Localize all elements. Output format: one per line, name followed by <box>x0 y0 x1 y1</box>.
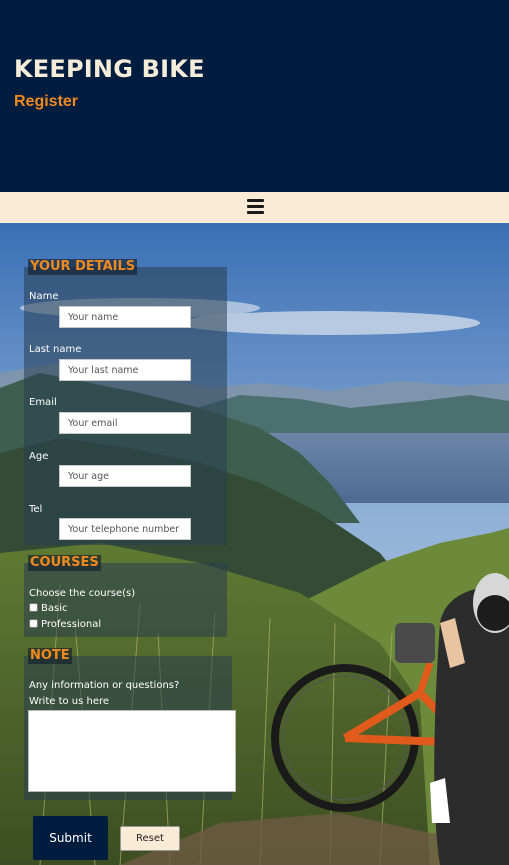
basic-checkbox[interactable] <box>29 603 38 612</box>
professional-checkbox[interactable] <box>29 619 38 628</box>
page-subtitle: Register <box>14 93 79 110</box>
name-label: Name <box>29 291 59 302</box>
nav-bar <box>0 192 509 223</box>
age-label: Age <box>29 451 49 462</box>
submit-button[interactable]: Submit <box>33 816 108 860</box>
email-label: Email <box>29 397 57 408</box>
age-input[interactable] <box>59 465 191 487</box>
reset-button[interactable]: Reset <box>120 826 180 851</box>
name-input[interactable] <box>59 306 191 328</box>
note-textarea[interactable] <box>28 710 236 792</box>
site-header: KEEPING BIKE Register <box>0 0 509 192</box>
tel-label: Tel <box>29 504 43 515</box>
lastname-label: Last name <box>29 344 82 355</box>
note-prompt-line1: Any information or questions? <box>29 680 180 691</box>
courses-prompt: Choose the course(s) <box>29 588 136 599</box>
professional-label: Professional <box>41 619 102 630</box>
basic-label: Basic <box>41 603 68 614</box>
site-title: KEEPING BIKE <box>14 55 205 83</box>
details-legend: YOUR DETAILS <box>28 259 138 275</box>
note-prompt-line2: Write to us here <box>29 696 110 707</box>
courses-legend: COURSES <box>28 555 101 571</box>
email-input[interactable] <box>59 412 191 434</box>
lastname-input[interactable] <box>59 359 191 381</box>
hamburger-menu-icon[interactable] <box>247 198 265 216</box>
note-legend: NOTE <box>28 648 72 664</box>
tel-input[interactable] <box>59 518 191 540</box>
